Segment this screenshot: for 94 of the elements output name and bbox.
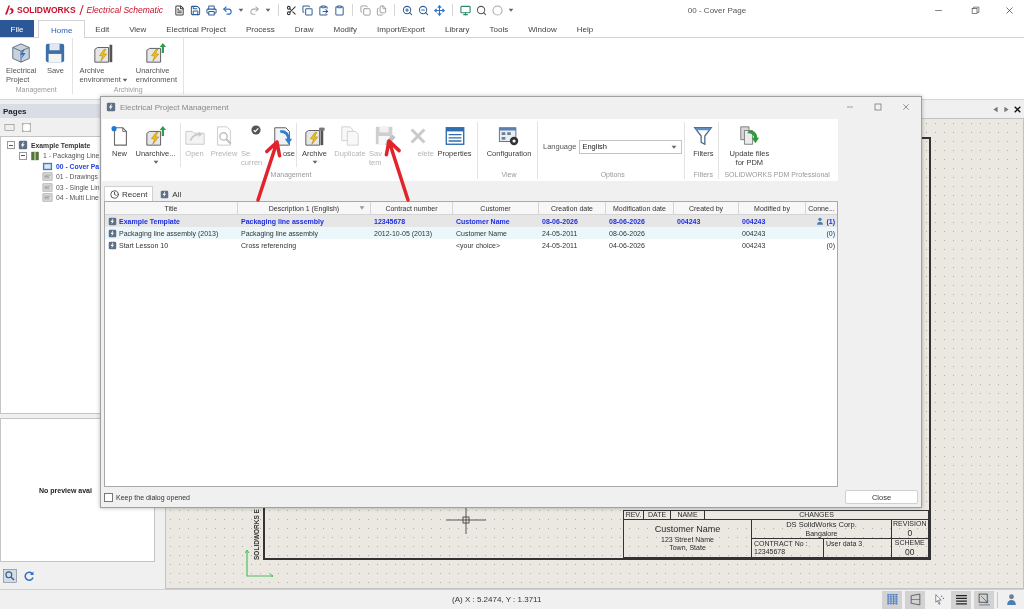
copy-icon[interactable] xyxy=(302,4,313,16)
clipboard-icon[interactable] xyxy=(334,4,345,16)
project-icon xyxy=(108,216,117,226)
annotation-arrow xyxy=(384,139,410,202)
menu-tab[interactable]: Tools xyxy=(479,20,519,37)
files-icon[interactable] xyxy=(376,4,387,16)
project-cube-icon xyxy=(10,42,33,64)
save-icon xyxy=(44,42,67,64)
circle-icon[interactable] xyxy=(492,4,503,16)
archive-box-icon xyxy=(92,42,115,64)
menu-tab[interactable]: Electrical Project xyxy=(156,20,236,37)
documents-arrow-icon xyxy=(738,125,761,147)
restore-icon xyxy=(970,5,980,15)
paste-icon[interactable] xyxy=(318,4,329,16)
cursor-coordinates: (A) X : 5.2474, Y : 1.3711 xyxy=(452,595,542,604)
project-icon xyxy=(106,102,116,112)
clock-icon xyxy=(110,189,119,199)
project-icon xyxy=(18,140,28,151)
app-product-name: Electrical Schematic xyxy=(86,5,164,15)
save-icon[interactable] xyxy=(190,4,201,16)
status-toggle[interactable] xyxy=(905,590,925,609)
minimize-icon xyxy=(846,103,854,111)
lines-icon xyxy=(954,593,968,606)
caret-icon xyxy=(265,7,271,13)
maximize-icon xyxy=(874,103,882,111)
drawing-page-icon xyxy=(42,171,53,183)
caret-icon xyxy=(671,143,678,150)
filter-icon xyxy=(692,125,715,147)
copy-icon[interactable] xyxy=(360,4,371,16)
grid-gear-icon xyxy=(498,125,520,147)
drawing-page-icon xyxy=(42,181,53,193)
scissors-icon[interactable] xyxy=(286,4,297,16)
floppy-pencil-icon xyxy=(374,125,396,147)
file-tab[interactable]: File xyxy=(0,20,34,37)
document-arrow-icon xyxy=(272,125,294,147)
status-toggle[interactable] xyxy=(974,590,994,609)
close-icon xyxy=(902,103,910,111)
list-tab[interactable]: Recent xyxy=(104,186,154,201)
menu-tab[interactable]: Modify xyxy=(323,20,368,37)
archive-box-icon xyxy=(303,125,326,147)
customer-name: Customer Name xyxy=(654,525,721,535)
menu-tab[interactable]: Library xyxy=(435,20,480,37)
zoom-out-icon[interactable] xyxy=(418,4,429,16)
menu-tab[interactable]: Import/Export xyxy=(367,20,436,37)
menu-tab[interactable]: Help xyxy=(566,20,604,37)
menu-tab[interactable]: Window xyxy=(518,20,567,37)
frame-icon[interactable] xyxy=(21,121,32,133)
duplicate-documents-icon xyxy=(339,125,361,147)
scroll-right-icon[interactable] xyxy=(1003,105,1010,113)
collapse-icon[interactable] xyxy=(7,141,15,150)
trapezoid-icon xyxy=(908,593,922,606)
redo-icon[interactable] xyxy=(249,4,260,16)
logo-icon xyxy=(3,4,15,16)
zoom-in-icon[interactable] xyxy=(402,4,413,16)
app-brand: SOLIDWORKS xyxy=(17,5,76,15)
close-icon[interactable] xyxy=(1014,105,1021,113)
document-title: 00 - Cover Page xyxy=(687,5,747,15)
zoom-icon[interactable] xyxy=(3,568,17,583)
close-icon xyxy=(1004,5,1014,15)
drawing-page-icon xyxy=(42,192,53,204)
monitor-icon[interactable] xyxy=(460,4,471,16)
list-tab[interactable]: All xyxy=(154,186,188,201)
move-icon[interactable] xyxy=(434,4,445,16)
menu-tab[interactable]: Process xyxy=(235,20,285,37)
page-icon xyxy=(42,160,53,172)
project-icon xyxy=(108,240,117,250)
status-toggle[interactable] xyxy=(951,590,971,609)
printer-icon[interactable] xyxy=(206,4,217,16)
scheme-number: 00 xyxy=(905,547,915,557)
checkbox[interactable] xyxy=(104,492,113,502)
project-icon xyxy=(160,189,170,199)
collapse-icon[interactable] xyxy=(19,151,27,160)
search-icon[interactable] xyxy=(476,4,487,16)
scroll-left-icon[interactable] xyxy=(992,105,999,113)
menu-tab[interactable]: Draw xyxy=(284,20,324,37)
box-arrow-icon xyxy=(977,593,991,606)
status-toggle[interactable] xyxy=(882,590,902,609)
caret-icon xyxy=(508,7,514,13)
book-icon xyxy=(30,150,40,161)
document-icon[interactable] xyxy=(174,4,185,16)
check-circle-icon xyxy=(251,125,261,135)
menu-tab[interactable]: View xyxy=(119,20,157,37)
revision-number: 0 xyxy=(907,528,913,538)
project-icon xyxy=(108,228,117,238)
caret-icon xyxy=(238,7,244,13)
person-icon xyxy=(1004,593,1018,606)
archive-upload-icon xyxy=(144,125,167,147)
menu-tab[interactable]: Edit xyxy=(85,20,120,37)
grid-icon xyxy=(885,593,899,606)
crosshair-icon xyxy=(446,506,486,534)
archive-upload-icon xyxy=(145,42,168,64)
properties-list-icon xyxy=(443,125,466,147)
undo-icon[interactable] xyxy=(222,4,233,16)
refresh-icon[interactable] xyxy=(23,569,35,582)
